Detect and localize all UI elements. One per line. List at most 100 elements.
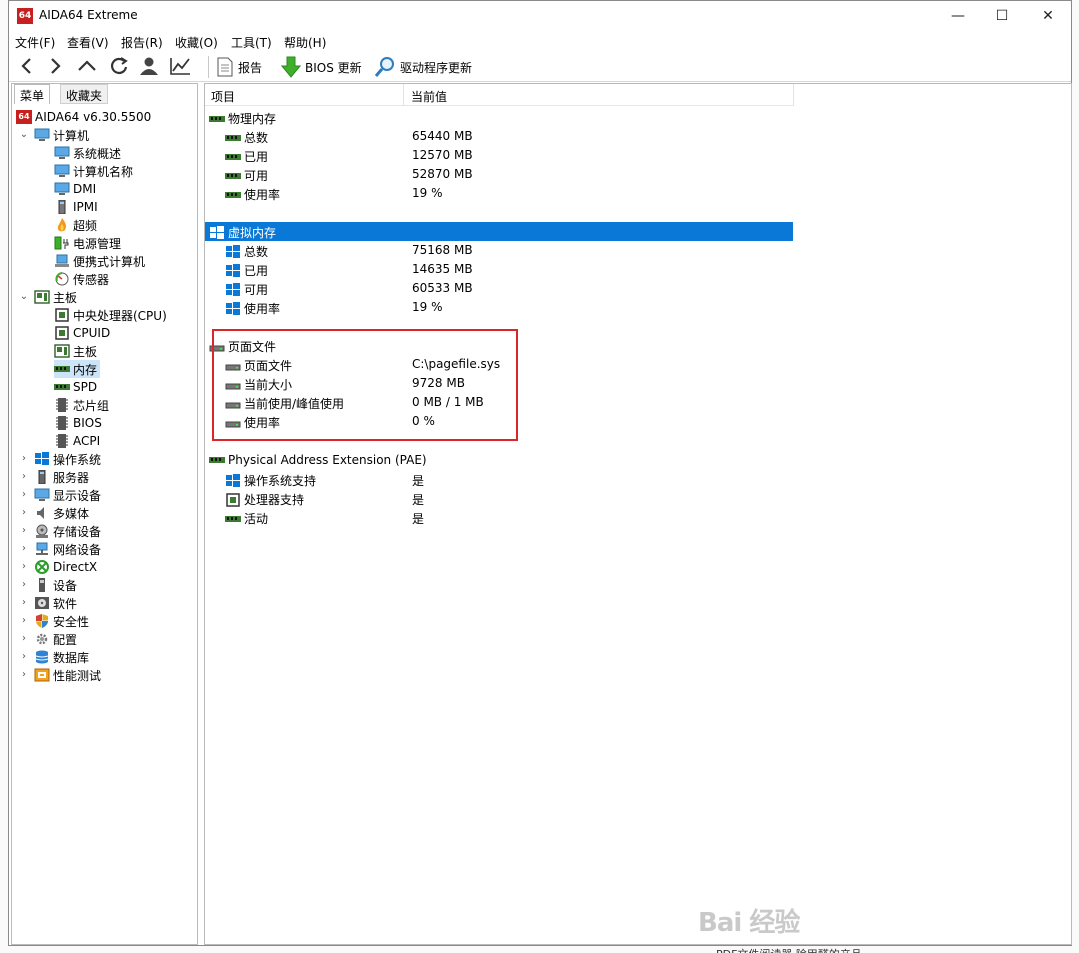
download-arrow-icon [281,56,301,78]
expand-network-icon[interactable]: › [19,540,29,558]
back-icon[interactable] [15,55,39,77]
tree-item-mainboard[interactable]: 主板 [54,342,97,360]
tree-item-server[interactable]: 服务器 [34,468,89,486]
expand-os-icon[interactable]: › [19,450,29,468]
table-row[interactable]: 使用率 19 % [205,184,793,203]
bios-update-button[interactable]: BIOS 更新 [281,55,362,79]
driver-update-button[interactable]: 驱动程序更新 [374,55,472,79]
expand-database-icon[interactable]: › [19,648,29,666]
expand-server-icon[interactable]: › [19,468,29,486]
chart-icon[interactable] [168,55,192,77]
forward-icon[interactable] [43,55,67,77]
config-label: 配置 [53,632,78,647]
tree-item-overclock[interactable]: 超频 [54,216,97,234]
tree-item-os[interactable]: 操作系统 [34,450,101,468]
tree-item-sensor[interactable]: 传感器 [54,270,109,288]
tab-menu[interactable]: 菜单 [14,84,51,104]
tree-item-bios[interactable]: BIOS [54,414,102,432]
table-row[interactable]: 操作系统支持 是 [205,470,793,489]
section-virtual-memory[interactable]: 虚拟内存 [205,222,793,241]
up-icon[interactable] [75,55,99,77]
expand-benchmark-icon[interactable]: › [19,666,29,684]
tree-item-power[interactable]: 电源管理 [54,234,121,252]
menu-tools[interactable]: 工具(T) [231,34,272,51]
tree-item-devices[interactable]: 设备 [34,576,77,594]
tree-item-ipmi[interactable]: IPMI [54,198,98,216]
disk-icon [36,524,48,538]
tree-item-portable[interactable]: 便携式计算机 [54,252,145,270]
column-item-header[interactable]: 项目 [211,88,235,105]
section-physical-memory[interactable]: 物理内存 [205,108,793,127]
tree-item-computer[interactable]: 计算机 [34,126,89,144]
table-row[interactable]: 可用 60533 MB [205,279,793,298]
expand-motherboard-icon[interactable]: ⌄ [19,288,29,306]
tree-item-cpuid[interactable]: CPUID [54,324,110,342]
close-button[interactable]: ✕ [1025,1,1071,31]
row-value: 14635 MB [412,262,473,276]
tree-root[interactable]: 64 AIDA64 v6.30.5500 [16,108,151,126]
tree-item-directx[interactable]: DirectX [34,558,97,576]
table-row[interactable]: 处理器支持 是 [205,489,793,508]
tree-item-display[interactable]: 显示设备 [34,486,101,504]
section-pae[interactable]: Physical Address Extension (PAE) [205,451,793,470]
tree-item-computer-name[interactable]: 计算机名称 [54,162,133,180]
tree-item-spd[interactable]: SPD [54,378,97,396]
table-row[interactable]: 总数 65440 MB [205,127,793,146]
tree-item-chipset[interactable]: 芯片组 [54,396,109,414]
aida64-app-icon: 64 [17,8,33,24]
table-row[interactable]: 已用 14635 MB [205,260,793,279]
expand-software-icon[interactable]: › [19,594,29,612]
tab-favorites[interactable]: 收藏夹 [60,84,109,104]
tree-item-software[interactable]: 软件 [34,594,77,612]
expand-storage-icon[interactable]: › [19,522,29,540]
cpu-label: 中央处理器(CPU) [73,308,167,323]
tree-item-storage[interactable]: 存储设备 [34,522,101,540]
physical-memory-title: 物理内存 [228,112,277,126]
tree-item-memory[interactable]: 内存 [54,360,101,378]
tree-item-acpi[interactable]: ACPI [54,432,100,450]
expand-security-icon[interactable]: › [19,612,29,630]
tree-item-network[interactable]: 网络设备 [34,540,101,558]
column-divider[interactable] [403,84,404,106]
table-row[interactable]: 已用 12570 MB [205,146,793,165]
menu-favorites[interactable]: 收藏(O) [175,34,218,51]
tree-item-multimedia[interactable]: 多媒体 [34,504,89,522]
menu-file[interactable]: 文件(F) [15,34,55,51]
table-row[interactable]: 可用 52870 MB [205,165,793,184]
report-button[interactable]: 报告 [216,55,262,79]
menu-help[interactable]: 帮助(H) [284,34,326,51]
tree-item-motherboard[interactable]: 主板 [34,288,77,306]
expand-display-icon[interactable]: › [19,486,29,504]
monitor-icon [54,182,70,195]
menu-report[interactable]: 报告(R) [121,34,163,51]
expand-devices-icon[interactable]: › [19,576,29,594]
column-divider[interactable] [793,84,794,106]
expand-config-icon[interactable]: › [19,630,29,648]
tree-item-benchmark[interactable]: 性能测试 [34,666,101,684]
table-row[interactable]: 使用率 19 % [205,298,793,317]
expand-computer-icon[interactable]: ⌄ [19,126,29,144]
expand-directx-icon[interactable]: › [19,558,29,576]
table-row[interactable]: 总数 75168 MB [205,241,793,260]
maximize-button[interactable]: ☐ [979,1,1025,31]
display-label: 显示设备 [53,488,102,503]
table-row[interactable]: 活动 是 [205,508,793,527]
tree-item-summary[interactable]: 系统概述 [54,144,121,162]
tree-item-security[interactable]: 安全性 [34,612,89,630]
refresh-icon[interactable] [107,55,131,77]
menu-bar: 文件(F) 查看(V) 报告(R) 收藏(O) 工具(T) 帮助(H) [9,31,1071,51]
column-value-header[interactable]: 当前值 [411,88,447,105]
minimize-button[interactable]: — [935,1,981,31]
tree-item-dmi[interactable]: DMI [54,180,96,198]
user-icon[interactable] [137,55,161,77]
ram-stick-icon [225,191,241,198]
ram-stick-icon [225,134,241,141]
row-value: 是 [412,493,425,507]
expand-multimedia-icon[interactable]: › [19,504,29,522]
menu-view[interactable]: 查看(V) [67,34,109,51]
spd-label: SPD [73,380,98,394]
ram-stick-icon [54,366,70,372]
tree-item-cpu[interactable]: 中央处理器(CPU) [54,306,167,324]
tree-item-config[interactable]: 配置 [34,630,77,648]
tree-item-database[interactable]: 数据库 [34,648,89,666]
